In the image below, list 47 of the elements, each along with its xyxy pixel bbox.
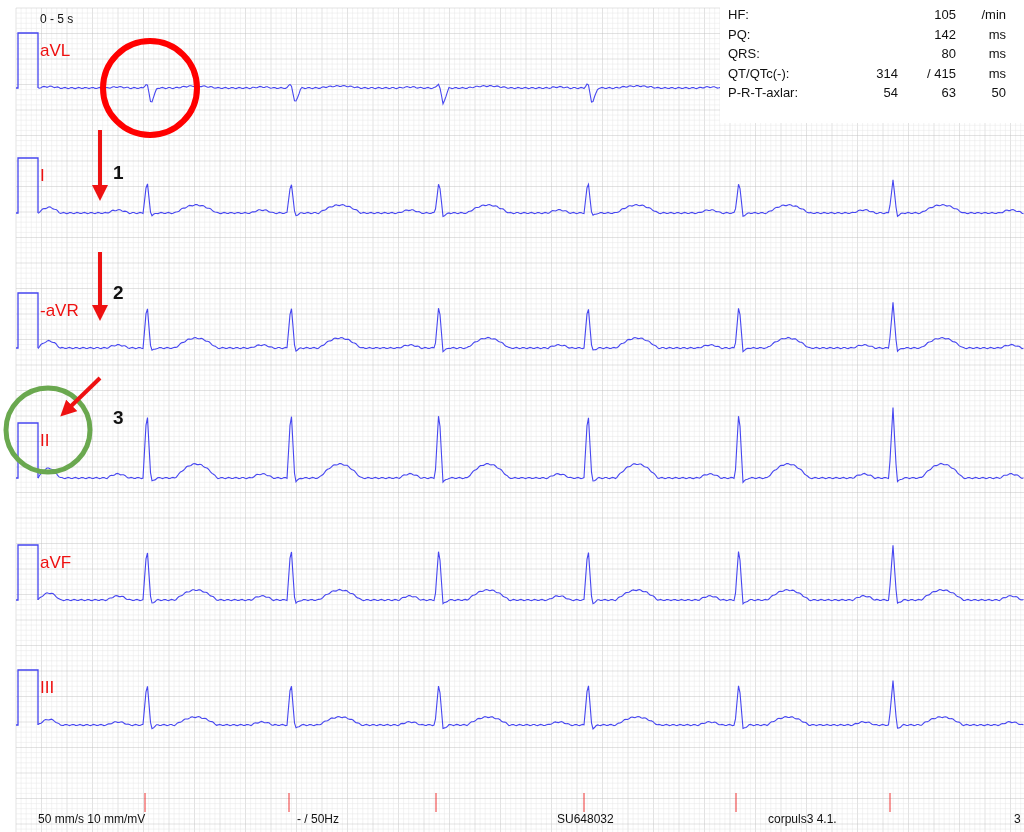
marker-tick	[889, 792, 891, 813]
measurement-unit: ms	[987, 65, 1006, 81]
lead-label: I	[40, 166, 45, 185]
measurement-unit: /min	[980, 7, 1006, 23]
arrow-icon	[92, 130, 108, 201]
measurement-value: / 415	[926, 65, 956, 81]
marker-tick	[435, 792, 437, 813]
lead-label: II	[40, 431, 50, 450]
calibration-pulse	[15, 669, 39, 726]
marker-tick	[144, 792, 146, 813]
arrow-number: 3	[113, 407, 124, 428]
arrow-icon	[60, 376, 102, 417]
marker-tick	[583, 792, 585, 813]
calibration-pulse	[15, 422, 39, 479]
calibration-pulse	[15, 544, 39, 601]
measurement-label: PQ:	[728, 26, 752, 42]
measurement-value: 63	[940, 85, 956, 101]
calibration-pulse	[15, 292, 39, 349]
footer-text: - / 50Hz	[297, 812, 339, 826]
measurement-label: P-R-T-axlar:	[728, 85, 800, 101]
arrow-number: 1	[113, 162, 124, 183]
marker-tick	[735, 792, 737, 813]
arrow-icon	[92, 252, 108, 321]
arrow-number: 2	[113, 282, 124, 303]
measurement-unit: ms	[987, 26, 1006, 42]
measurement-value: 142	[933, 26, 956, 42]
measurement-value: 105	[933, 7, 956, 23]
measurement-value: 54	[882, 85, 898, 101]
footer-text: corpuls3 4.1.	[768, 812, 837, 826]
calibration-pulse	[15, 157, 39, 214]
measurement-unit: ms	[987, 46, 1006, 62]
footer-text: 3	[1014, 812, 1021, 826]
marker-tick	[288, 792, 290, 813]
measurement-unit: 50	[990, 85, 1006, 101]
measurement-label: HF:	[728, 7, 750, 23]
lead-label: III	[40, 678, 55, 697]
measurement-value: 314	[875, 65, 898, 81]
footer-text: 50 mm/s 10 mm/mV	[38, 812, 146, 826]
footer-text: SU648032	[557, 812, 614, 826]
lead-label: -aVR	[40, 301, 79, 320]
measurement-value: 80	[940, 46, 956, 62]
measurement-label: QRS:	[728, 46, 761, 62]
time-range: 0 - 5 s	[40, 12, 74, 26]
lead-label: aVL	[40, 41, 71, 60]
measurement-label: QT/QTc(-):	[728, 65, 791, 81]
lead-label: aVF	[40, 553, 72, 572]
calibration-pulse	[15, 32, 39, 89]
